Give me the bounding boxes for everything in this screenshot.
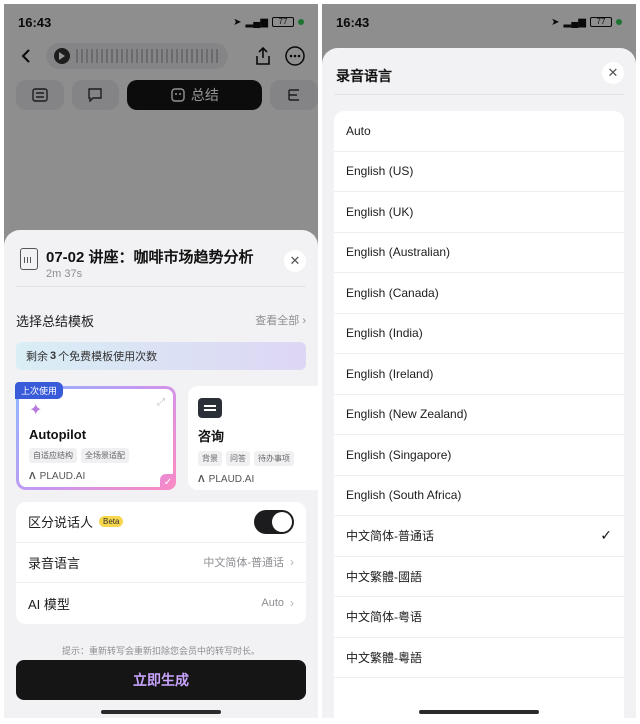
language-option-label: 中文繁體-粵語: [346, 650, 422, 665]
language-option-label: English (UK): [346, 204, 414, 219]
template-brand: Λ PLAUD.AI: [198, 474, 255, 485]
language-option[interactable]: English (Ireland): [334, 354, 624, 395]
selected-check-icon: ✓: [160, 474, 176, 490]
language-option-label: English (New Zealand): [346, 407, 468, 422]
chat-bubble-icon: [198, 398, 222, 418]
language-option[interactable]: 中文繁體-粵語: [334, 638, 624, 678]
chevron-right-icon: ›: [290, 555, 294, 570]
template-tag: 问答: [226, 451, 250, 466]
language-option[interactable]: English (South Africa): [334, 476, 624, 516]
language-option[interactable]: English (Australian): [334, 233, 624, 273]
ai-model-value: Auto: [261, 597, 284, 610]
language-option[interactable]: English (New Zealand): [334, 395, 624, 435]
recording-title: 07-02 讲座：咖啡市场趋势分析: [46, 249, 254, 266]
close-button[interactable]: ✕: [602, 62, 624, 84]
recording-duration: 2m 37s: [46, 268, 83, 280]
right-screen: 16:43 ➤ ▂▄▆ 77 录音语言 ✕ Auto English (US) En…: [322, 4, 636, 718]
free-usage-banner: 剩余 3 个免费模板使用次数: [16, 342, 306, 370]
sheet-title: 录音语言: [336, 68, 392, 84]
template-tag: 背景: [198, 451, 222, 466]
retranscribe-hint: 提示：重新转写会重新扣除您会员中的转写时长。: [61, 646, 260, 656]
sheet-header: 07-02 讲座：咖啡市场趋势分析 2m 37s ✕: [20, 244, 306, 296]
template-tags: 背景 问答 待办事项: [198, 451, 318, 466]
language-option[interactable]: 中文简体-粤语: [334, 597, 624, 638]
language-option-label: Auto: [346, 123, 371, 138]
language-option[interactable]: English (Singapore): [334, 435, 624, 476]
language-option[interactable]: English (India): [334, 314, 624, 354]
sparkle-icon: ✦: [29, 402, 43, 419]
language-option-label: 中文繁體-國語: [346, 569, 422, 584]
divider: [16, 286, 306, 287]
language-option[interactable]: 中文简体-普通话 ✓: [334, 516, 624, 557]
template-name: Autopilot: [29, 427, 87, 442]
language-list: Auto English (US) English (UK) English (Aus…: [334, 111, 624, 718]
divider: [334, 94, 624, 95]
language-bottom-sheet: 录音语言 ✕ Auto English (US) English (UK) Engli…: [322, 48, 636, 718]
view-all-link[interactable]: 查看全部 ›: [255, 312, 306, 328]
language-option-label: 中文简体-普通话: [346, 529, 434, 544]
left-screen: 16:43 ➤ ▂▄▆ 77 总结 07-02 讲座：咖啡市场趋势分析 2m 3…: [4, 4, 318, 718]
close-icon: ✕: [607, 65, 619, 80]
free-usage-count: 3: [50, 350, 57, 362]
expand-icon[interactable]: ⤢: [157, 397, 165, 408]
home-indicator: [101, 710, 221, 714]
template-tags: 自适应结构 全场景适配: [29, 448, 163, 463]
beta-badge: Beta: [99, 516, 124, 528]
plaud-logo-icon: Λ: [29, 471, 36, 482]
language-option-label: English (South Africa): [346, 488, 462, 503]
template-brand: Λ PLAUD.AI: [29, 471, 86, 482]
template-section-header: 选择总结模板 查看全部 ›: [16, 310, 306, 330]
language-option-label: English (Australian): [346, 245, 451, 260]
ai-model-row[interactable]: AI 模型 Auto ›: [16, 583, 306, 624]
language-option-label: English (Canada): [346, 285, 439, 300]
chevron-right-icon: ›: [290, 596, 294, 611]
last-used-badge: 上次使用: [15, 382, 64, 399]
speaker-diarization-toggle[interactable]: [254, 509, 294, 534]
language-option[interactable]: English (Canada): [334, 273, 624, 314]
language-option[interactable]: Auto: [334, 111, 624, 152]
language-option[interactable]: English (US): [334, 152, 624, 192]
language-option-label: English (Singapore): [346, 447, 452, 462]
template-cards: 上次使用 ⤢ ✦ Autopilot 自适应结构 全场景适配 Λ PLAUD.A…: [15, 382, 318, 490]
language-option[interactable]: English (UK): [334, 192, 624, 233]
recording-language-value: 中文简体-普通话: [203, 557, 284, 570]
template-name: 咨询: [198, 429, 225, 444]
template-tag: 待办事项: [254, 451, 294, 466]
generate-button[interactable]: 立即生成: [16, 660, 306, 700]
checkmark-icon: ✓: [600, 527, 612, 544]
speaker-diarization-row: 区分说话人 Beta: [16, 502, 306, 543]
language-option-label: English (India): [346, 326, 423, 341]
close-icon: ✕: [289, 253, 301, 268]
close-button[interactable]: ✕: [284, 250, 306, 272]
template-section-title: 选择总结模板: [16, 313, 95, 329]
language-option-label: English (Ireland): [346, 366, 434, 381]
template-card-autopilot[interactable]: 上次使用 ⤢ ✦ Autopilot 自适应结构 全场景适配 Λ PLAUD.A…: [15, 382, 176, 490]
chevron-right-icon: ›: [302, 315, 306, 327]
template-card-consulting[interactable]: 咨询 背景 问答 待办事项 Λ PLAUD.AI: [188, 386, 318, 490]
language-option-label: English (US): [346, 164, 414, 179]
audio-file-icon: [20, 248, 38, 270]
plaud-logo-icon: Λ: [198, 474, 205, 485]
template-tag: 自适应结构: [29, 448, 77, 463]
settings-list: 区分说话人 Beta 录音语言 中文简体-普通话 › AI 模型 Auto ›: [16, 502, 306, 624]
template-tag: 全场景适配: [81, 448, 129, 463]
recording-language-row[interactable]: 录音语言 中文简体-普通话 ›: [16, 543, 306, 584]
language-option-label: 中文简体-粤语: [346, 610, 422, 625]
summary-bottom-sheet: 07-02 讲座：咖啡市场趋势分析 2m 37s ✕ 选择总结模板 查看全部 ›…: [4, 230, 318, 718]
home-indicator: [419, 710, 539, 714]
language-option[interactable]: 中文繁體-國語: [334, 557, 624, 597]
